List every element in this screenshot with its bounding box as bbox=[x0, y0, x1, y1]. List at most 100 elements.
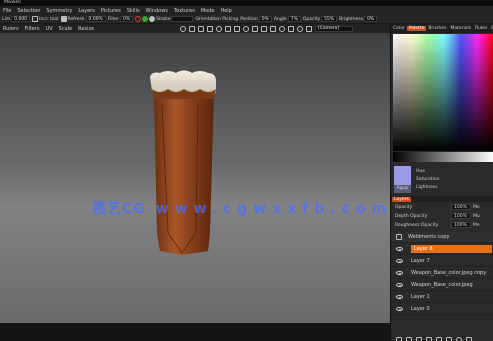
green-dot-icon[interactable] bbox=[142, 16, 149, 22]
angle-field[interactable]: 7% bbox=[287, 16, 301, 22]
lock-icon[interactable] bbox=[270, 25, 276, 32]
merge-icon[interactable] bbox=[416, 337, 422, 341]
current-color-swatch[interactable] bbox=[394, 166, 411, 185]
lim-field[interactable]: 0.000 bbox=[11, 16, 31, 22]
3d-viewport[interactable]: 猪艺CG www.cgwxxfb.com bbox=[0, 33, 390, 323]
brightness-field[interactable]: 0% bbox=[364, 16, 378, 22]
lightness-row[interactable]: Lightness bbox=[416, 185, 438, 190]
image-icon[interactable] bbox=[252, 25, 258, 32]
opacity-control[interactable]: Opacity 55% bbox=[303, 16, 338, 22]
menu-symmetry[interactable]: Symmetry bbox=[43, 8, 75, 14]
fit-icon[interactable] bbox=[288, 25, 294, 32]
eye-icon[interactable] bbox=[396, 247, 403, 251]
layers-header: Layers bbox=[391, 196, 493, 202]
menu-textures[interactable]: Textures bbox=[171, 8, 198, 14]
layer-row[interactable]: Weapon_Base_color.jpeg copy bbox=[391, 268, 493, 279]
status-bar bbox=[0, 323, 390, 341]
layer-row[interactable]: Weapon_Base_color.jpeg bbox=[391, 280, 493, 291]
orientation-picking[interactable]: Orientation Picking bbox=[195, 17, 238, 22]
weapon-model bbox=[150, 70, 216, 255]
menu-selection[interactable]: Selection bbox=[14, 8, 43, 14]
white-dot-icon[interactable] bbox=[149, 16, 156, 22]
folder-icon bbox=[396, 234, 402, 240]
light-icon[interactable] bbox=[243, 25, 249, 32]
depth-opacity-prop[interactable]: Depth Opacity 100% Mu bbox=[391, 212, 493, 220]
tab-palette[interactable]: Palette bbox=[406, 26, 427, 31]
angle-control[interactable]: Angle 7% bbox=[274, 16, 301, 22]
layer-row[interactable]: Weldments copy bbox=[391, 232, 493, 243]
refresh-field[interactable]: 0.00% bbox=[85, 16, 106, 22]
grid-icon[interactable] bbox=[198, 25, 204, 32]
panel-tabs: Color Palette Brushes Materials Rules Ex bbox=[391, 24, 493, 33]
opacity-field[interactable]: 55% bbox=[321, 16, 338, 22]
new-layer-icon[interactable] bbox=[396, 337, 402, 341]
toolbar2-rulers[interactable]: Rulers bbox=[0, 26, 22, 32]
expand-icon[interactable] bbox=[306, 25, 312, 32]
layer-row[interactable]: Layer 0 bbox=[391, 304, 493, 315]
menu-bar: File Selection Symmetry Layers Pictures … bbox=[0, 6, 493, 15]
lim-control[interactable]: Lim 0.000 bbox=[2, 16, 31, 22]
tab-color[interactable]: Color bbox=[391, 26, 407, 31]
hue-row[interactable]: Hue bbox=[416, 169, 425, 174]
brightness-control[interactable]: Brightness 0% bbox=[339, 16, 378, 22]
filter-field[interactable]: 0% bbox=[119, 16, 134, 22]
menu-skills[interactable]: Skills bbox=[124, 8, 143, 14]
toolbar2-uv[interactable]: UV bbox=[43, 26, 56, 32]
delete-icon[interactable] bbox=[466, 337, 472, 341]
opacity-prop[interactable]: Opacity 100% Mo bbox=[391, 203, 493, 211]
folder-icon[interactable] bbox=[426, 337, 432, 341]
position-control[interactable]: Position 0% bbox=[240, 16, 272, 22]
right-panel: Color Palette Brushes Materials Rules Ex… bbox=[390, 24, 493, 341]
eye-icon[interactable] bbox=[396, 283, 403, 287]
settings-icon[interactable] bbox=[446, 337, 452, 341]
menu-file[interactable]: File bbox=[0, 8, 14, 14]
duplicate-icon[interactable] bbox=[406, 337, 412, 341]
eye-icon[interactable] bbox=[396, 259, 403, 263]
tab-rules[interactable]: Rules bbox=[473, 26, 489, 31]
lock-icon[interactable] bbox=[456, 337, 462, 341]
dot-icon[interactable] bbox=[297, 25, 303, 32]
layer-row[interactable]: Layer 1 bbox=[391, 292, 493, 303]
tab-ex[interactable]: Ex bbox=[489, 26, 493, 31]
apply-swatch[interactable]: Apply bbox=[394, 185, 411, 193]
camera-icon[interactable] bbox=[279, 25, 285, 32]
toolbar2-resize[interactable]: Resize bbox=[75, 26, 97, 32]
close-icon[interactable] bbox=[135, 16, 142, 22]
circle-icon[interactable] bbox=[216, 25, 222, 32]
square-icon[interactable] bbox=[207, 25, 213, 32]
layer-row[interactable]: Layer 7 bbox=[391, 256, 493, 267]
stroke-control[interactable]: Stroke bbox=[135, 16, 194, 22]
saturation-row[interactable]: Saturation bbox=[416, 177, 439, 182]
eye-icon[interactable] bbox=[396, 295, 403, 299]
roughness-opacity-prop[interactable]: Roughness Opacity 100% Me bbox=[391, 221, 493, 229]
checkbox-icon[interactable] bbox=[32, 16, 39, 22]
menu-windows[interactable]: Windows bbox=[143, 8, 171, 14]
gray-ramp[interactable] bbox=[393, 152, 493, 162]
menu-pictures[interactable]: Pictures bbox=[98, 8, 124, 14]
refresh-control[interactable]: Refresh 0.00% bbox=[60, 16, 106, 22]
layer-row[interactable]: Layer 8 bbox=[391, 244, 493, 255]
toolbar2-filters[interactable]: Filters bbox=[22, 26, 43, 32]
position-field[interactable]: 0% bbox=[258, 16, 272, 22]
mask-icon[interactable] bbox=[436, 337, 442, 341]
toolbar2-scale[interactable]: Scale bbox=[56, 26, 75, 32]
pin-icon[interactable] bbox=[234, 25, 240, 32]
incr-tool-control[interactable]: Incr. tool bbox=[32, 16, 59, 22]
sphere-icon[interactable] bbox=[180, 25, 186, 32]
stroke-field[interactable] bbox=[171, 16, 194, 22]
menu-layers[interactable]: Layers bbox=[75, 8, 98, 14]
eye-icon[interactable] bbox=[396, 307, 403, 311]
cube-icon[interactable] bbox=[189, 25, 195, 32]
menu-mode[interactable]: Mode bbox=[198, 8, 218, 14]
menu-help[interactable]: Help bbox=[217, 8, 234, 14]
frame-icon[interactable] bbox=[225, 25, 231, 32]
tab-layers[interactable]: Layers bbox=[392, 197, 411, 202]
layers-icon[interactable] bbox=[261, 25, 267, 32]
eye-icon[interactable] bbox=[396, 271, 403, 275]
color-spectrum[interactable] bbox=[393, 34, 493, 151]
filter-control[interactable]: Filter 0% bbox=[108, 16, 134, 22]
tab-brushes[interactable]: Brushes bbox=[426, 26, 448, 31]
view-icons-row: [Camera] bbox=[180, 24, 390, 33]
camera-dropdown[interactable]: [Camera] bbox=[315, 25, 353, 32]
tab-materials[interactable]: Materials bbox=[448, 26, 473, 31]
